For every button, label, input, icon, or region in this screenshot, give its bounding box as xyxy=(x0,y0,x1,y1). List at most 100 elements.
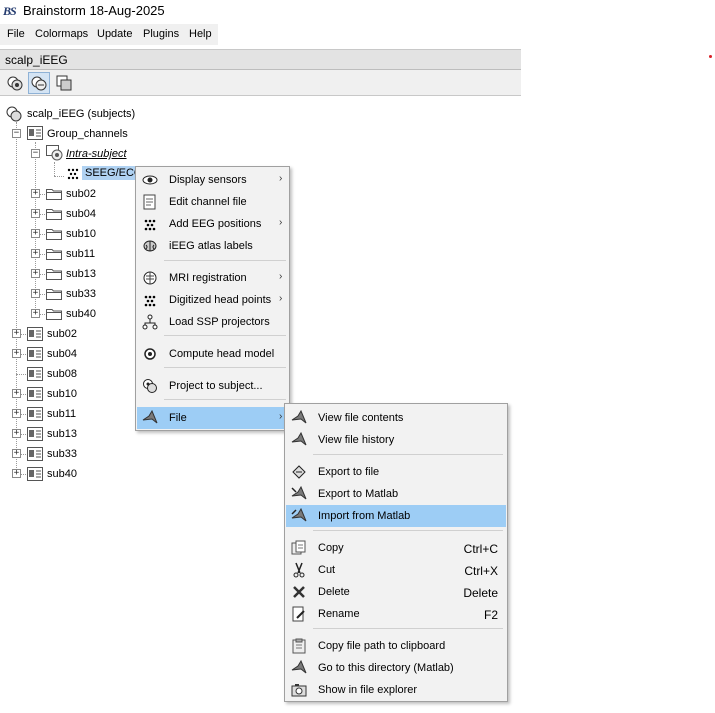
tree-node-group-subject[interactable]: sub13 xyxy=(66,268,96,280)
delete-icon xyxy=(291,584,307,600)
head-icon xyxy=(142,270,158,286)
folder-icon xyxy=(46,227,62,243)
expand-toggle[interactable]: + xyxy=(12,429,21,438)
tree-connector xyxy=(16,374,26,375)
file-item-view-file-history[interactable]: View file history xyxy=(286,429,506,451)
matlab-import-icon xyxy=(291,507,307,524)
tree-node-subject[interactable]: sub02 xyxy=(47,328,77,340)
context-item-mri-registration[interactable]: MRI registration › xyxy=(137,267,288,289)
shortcut-label: F2 xyxy=(483,608,498,622)
view-functional-icon xyxy=(31,76,47,91)
file-item-label: Import from Matlab xyxy=(318,510,411,522)
tree-node-subject[interactable]: sub04 xyxy=(47,348,77,360)
tree-node-intra-subject[interactable]: Intra-subject xyxy=(66,148,127,160)
menu-file[interactable]: File xyxy=(7,28,25,40)
file-item-export-to-file[interactable]: Export to file xyxy=(286,461,506,483)
expand-toggle[interactable]: + xyxy=(12,389,21,398)
expand-toggle[interactable]: + xyxy=(31,189,40,198)
expand-toggle[interactable]: + xyxy=(12,409,21,418)
menu-colormaps[interactable]: Colormaps xyxy=(35,28,88,40)
view-studies-button[interactable] xyxy=(53,72,75,94)
menu-help[interactable]: Help xyxy=(189,28,212,40)
collapse-toggle[interactable]: − xyxy=(12,129,21,138)
tree-node-group-subject[interactable]: sub33 xyxy=(66,288,96,300)
tree-node-subject[interactable]: sub13 xyxy=(47,428,77,440)
tree-node-group-subject[interactable]: sub40 xyxy=(66,308,96,320)
tree-node-group-subject[interactable]: sub10 xyxy=(66,228,96,240)
expand-toggle[interactable]: + xyxy=(12,449,21,458)
subject-icon xyxy=(27,367,43,384)
submenu-arrow-icon: › xyxy=(279,293,283,304)
context-item-digitized-head-points[interactable]: Digitized head points › xyxy=(137,289,288,311)
view-functional-button[interactable] xyxy=(28,72,50,94)
menu-separator xyxy=(164,260,286,261)
tree-connector xyxy=(54,176,64,177)
submenu-arrow-icon: › xyxy=(279,217,283,228)
menu-plugins[interactable]: Plugins xyxy=(143,28,179,40)
expand-toggle[interactable]: + xyxy=(31,309,40,318)
tree-node-group-subject[interactable]: sub11 xyxy=(66,248,95,260)
expand-toggle[interactable]: + xyxy=(31,209,40,218)
protocol-selector[interactable]: scalp_iEEG xyxy=(0,49,521,70)
file-item-copy-file-path-to-clipboard[interactable]: Copy file path to clipboard xyxy=(286,635,506,657)
context-item-ieeg-atlas-labels[interactable]: iEEG atlas labels xyxy=(137,235,288,257)
context-item-display-sensors[interactable]: Display sensors › xyxy=(137,169,288,191)
context-item-edit-channel-file[interactable]: Edit channel file xyxy=(137,191,288,213)
matlab-icon xyxy=(291,659,307,676)
menu-separator xyxy=(164,367,286,368)
file-item-label: Rename xyxy=(318,608,360,620)
view-studies-icon xyxy=(56,75,72,91)
expand-toggle[interactable]: + xyxy=(12,329,21,338)
subject-icon xyxy=(27,467,43,484)
menu-separator xyxy=(164,335,286,336)
context-item-file[interactable]: File › xyxy=(137,407,288,429)
file-item-show-in-file-explorer[interactable]: Show in file explorer xyxy=(286,679,506,701)
file-item-label: Export to Matlab xyxy=(318,488,399,500)
file-item-go-to-this-directory-matlab[interactable]: Go to this directory (Matlab) xyxy=(286,657,506,679)
menu-separator xyxy=(164,399,286,400)
file-item-label: Copy file path to clipboard xyxy=(318,640,446,652)
tree-node-subject[interactable]: sub33 xyxy=(47,448,77,460)
file-item-cut[interactable]: Cut Ctrl+X xyxy=(286,559,506,581)
file-item-rename[interactable]: Rename F2 xyxy=(286,603,506,625)
subject-icon xyxy=(27,327,43,344)
expand-toggle[interactable]: + xyxy=(31,229,40,238)
view-anatomy-button[interactable] xyxy=(4,72,26,94)
subject-icon xyxy=(27,126,43,140)
context-item-project-to-subject[interactable]: Project to subject... xyxy=(137,375,288,397)
context-item-compute-head-model[interactable]: Compute head model xyxy=(137,343,288,365)
tree-node-group-channels[interactable]: Group_channels xyxy=(47,128,128,140)
expand-toggle[interactable]: + xyxy=(31,269,40,278)
tree-root[interactable]: scalp_iEEG (subjects) xyxy=(27,108,135,120)
expand-toggle[interactable]: + xyxy=(12,349,21,358)
file-item-import-from-matlab[interactable]: Import from Matlab xyxy=(286,505,506,527)
menu-separator xyxy=(313,454,503,455)
head-model-icon xyxy=(142,346,158,362)
subject-icon xyxy=(27,427,43,444)
file-item-delete[interactable]: Delete Delete xyxy=(286,581,506,603)
expand-toggle[interactable]: + xyxy=(12,469,21,478)
tree-node-group-subject[interactable]: sub02 xyxy=(66,188,96,200)
window-title: Brainstorm 18-Aug-2025 xyxy=(23,3,165,18)
brainstorm-logo-icon: BS xyxy=(3,4,17,18)
expand-toggle[interactable]: + xyxy=(31,289,40,298)
context-item-load-ssp-projectors[interactable]: Load SSP projectors xyxy=(137,311,288,333)
menu-update[interactable]: Update xyxy=(97,28,132,40)
red-dot xyxy=(709,55,712,58)
tree-node-subject[interactable]: sub08 xyxy=(47,368,77,380)
tree-node-subject[interactable]: sub10 xyxy=(47,388,77,400)
file-item-copy[interactable]: Copy Ctrl+C xyxy=(286,537,506,559)
submenu-arrow-icon: › xyxy=(279,271,283,282)
tree-node-subject[interactable]: sub40 xyxy=(47,468,77,480)
collapse-toggle[interactable]: − xyxy=(31,149,40,158)
file-item-export-to-matlab[interactable]: Export to Matlab xyxy=(286,483,506,505)
context-item-add-eeg-positions[interactable]: Add EEG positions › xyxy=(137,213,288,235)
expand-toggle[interactable]: + xyxy=(31,249,40,258)
tree-icon xyxy=(142,314,158,330)
file-item-view-file-contents[interactable]: View file contents xyxy=(286,407,506,429)
menu-separator xyxy=(313,530,503,531)
shortcut-label: Delete xyxy=(463,586,498,600)
tree-node-subject[interactable]: sub11 xyxy=(47,408,76,420)
file-item-label: Delete xyxy=(318,586,350,598)
tree-node-group-subject[interactable]: sub04 xyxy=(66,208,96,220)
